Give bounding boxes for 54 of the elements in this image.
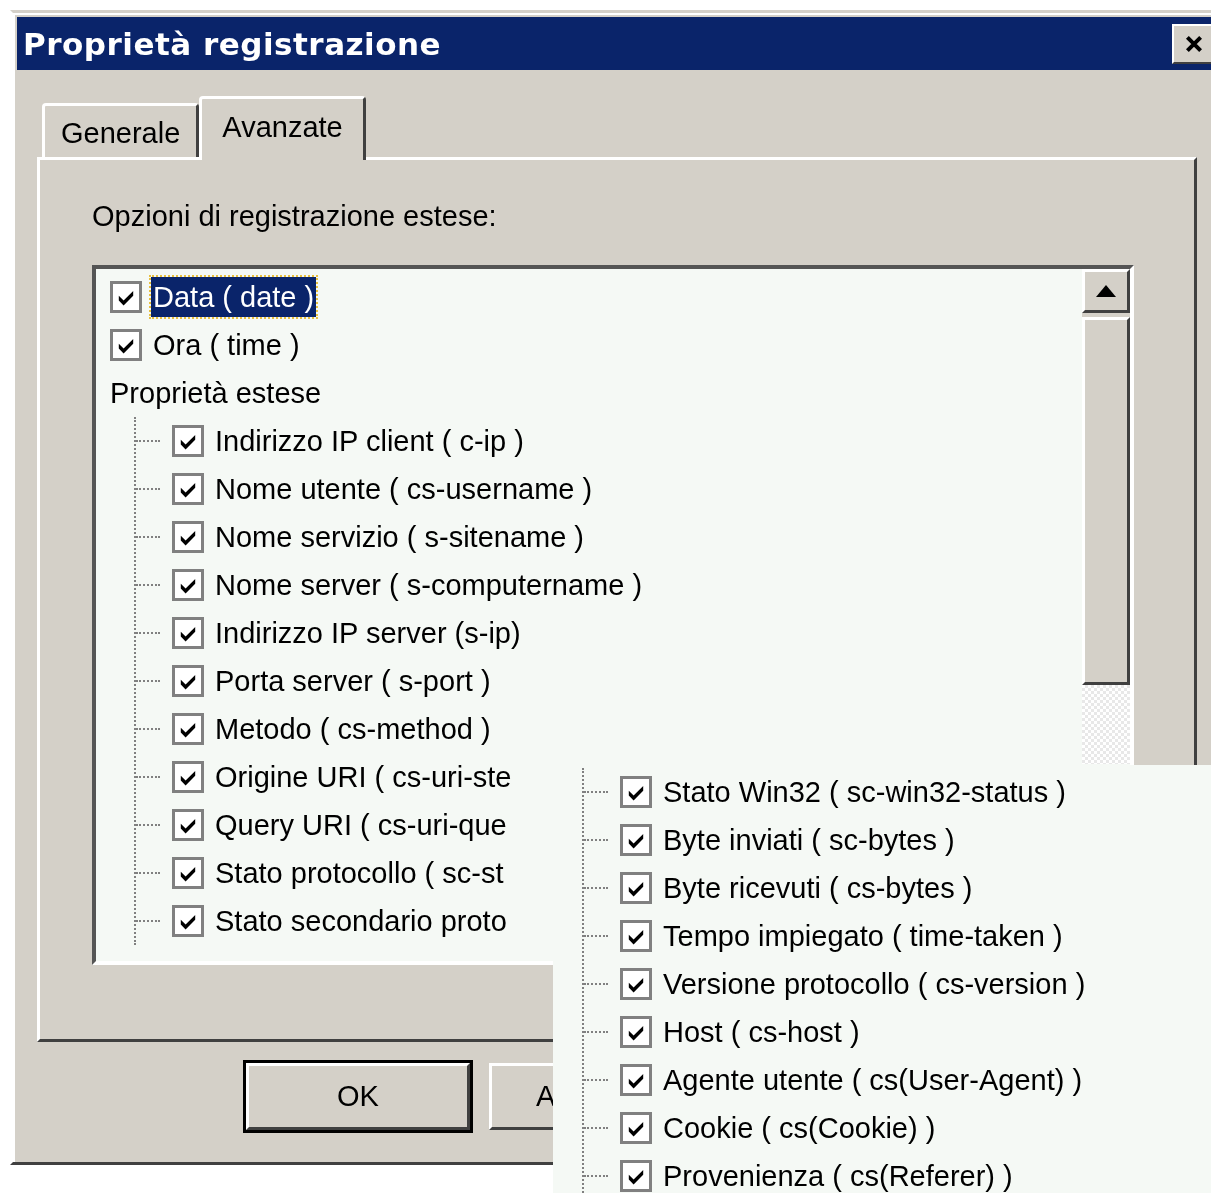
checkbox[interactable] [620,920,652,952]
list-item[interactable]: Byte inviati ( sc-bytes ) [661,820,957,860]
checkbox[interactable] [172,521,204,553]
checkbox[interactable] [172,761,204,793]
checkbox[interactable] [172,905,204,937]
checkbox[interactable] [172,857,204,889]
window-title: Proprietà registrazione [23,25,442,62]
checkbox[interactable] [620,1016,652,1048]
checkbox[interactable] [620,776,652,808]
list-item[interactable]: Cookie ( cs(Cookie) ) [661,1108,938,1148]
scroll-thumb[interactable] [1082,317,1130,685]
list-item[interactable]: Ora ( time ) [151,325,302,365]
list-item[interactable]: Porta server ( s-port ) [213,661,493,701]
list-item[interactable]: Byte ricevuti ( cs-bytes ) [661,868,975,908]
checkbox[interactable] [620,1112,652,1144]
checkbox[interactable] [172,713,204,745]
list-item[interactable]: Query URI ( cs-uri-que [213,805,509,845]
list-item[interactable]: Stato protocollo ( sc-st [213,853,506,893]
list-item[interactable]: Stato secondario proto [213,901,509,941]
list-item[interactable]: Metodo ( cs-method ) [213,709,493,749]
section-label: Opzioni di registrazione estese: [92,200,498,234]
list-item[interactable]: Data ( date ) [151,277,317,317]
checkbox[interactable] [110,281,142,313]
checkbox[interactable] [620,872,652,904]
checkbox[interactable] [172,665,204,697]
list-item[interactable]: Nome server ( s-computername ) [213,565,645,605]
checkbox[interactable] [172,425,204,457]
scroll-bar[interactable] [1082,269,1130,764]
checkbox[interactable] [620,824,652,856]
list-item[interactable]: Provenienza ( cs(Referer) ) [661,1156,1015,1193]
dialog-button[interactable]: OK [246,1063,470,1130]
list-item[interactable]: Nome utente ( cs-username ) [213,469,595,509]
close-button[interactable] [1172,23,1211,64]
checkbox[interactable] [620,1160,652,1192]
list-item[interactable]: Nome servizio ( s-sitename ) [213,517,587,557]
scroll-up-button[interactable] [1082,269,1130,313]
checkbox[interactable] [172,569,204,601]
checkbox[interactable] [172,809,204,841]
list-item[interactable]: Agente utente ( cs(User-Agent) ) [661,1060,1085,1100]
list-item[interactable]: Tempo impiegato ( time-taken ) [661,916,1065,956]
checkbox[interactable] [620,968,652,1000]
checkbox[interactable] [620,1064,652,1096]
list-item[interactable]: Indirizzo IP client ( c-ip ) [213,421,526,461]
checkbox[interactable] [110,329,142,361]
list-item[interactable]: Host ( cs-host ) [661,1012,862,1052]
up-arrow-icon [1095,285,1117,297]
list-item[interactable]: Versione protocollo ( cs-version ) [661,964,1088,1004]
checkbox[interactable] [172,473,204,505]
checkbox[interactable] [172,617,204,649]
list-item[interactable]: Indirizzo IP server (s-ip) [213,613,523,653]
list-item[interactable]: Stato Win32 ( sc-win32-status ) [661,772,1068,812]
tab[interactable]: Avanzate [199,96,366,160]
list-item[interactable]: Origine URI ( cs-uri-ste [213,757,514,797]
group-label: Proprietà estese [110,376,323,411]
